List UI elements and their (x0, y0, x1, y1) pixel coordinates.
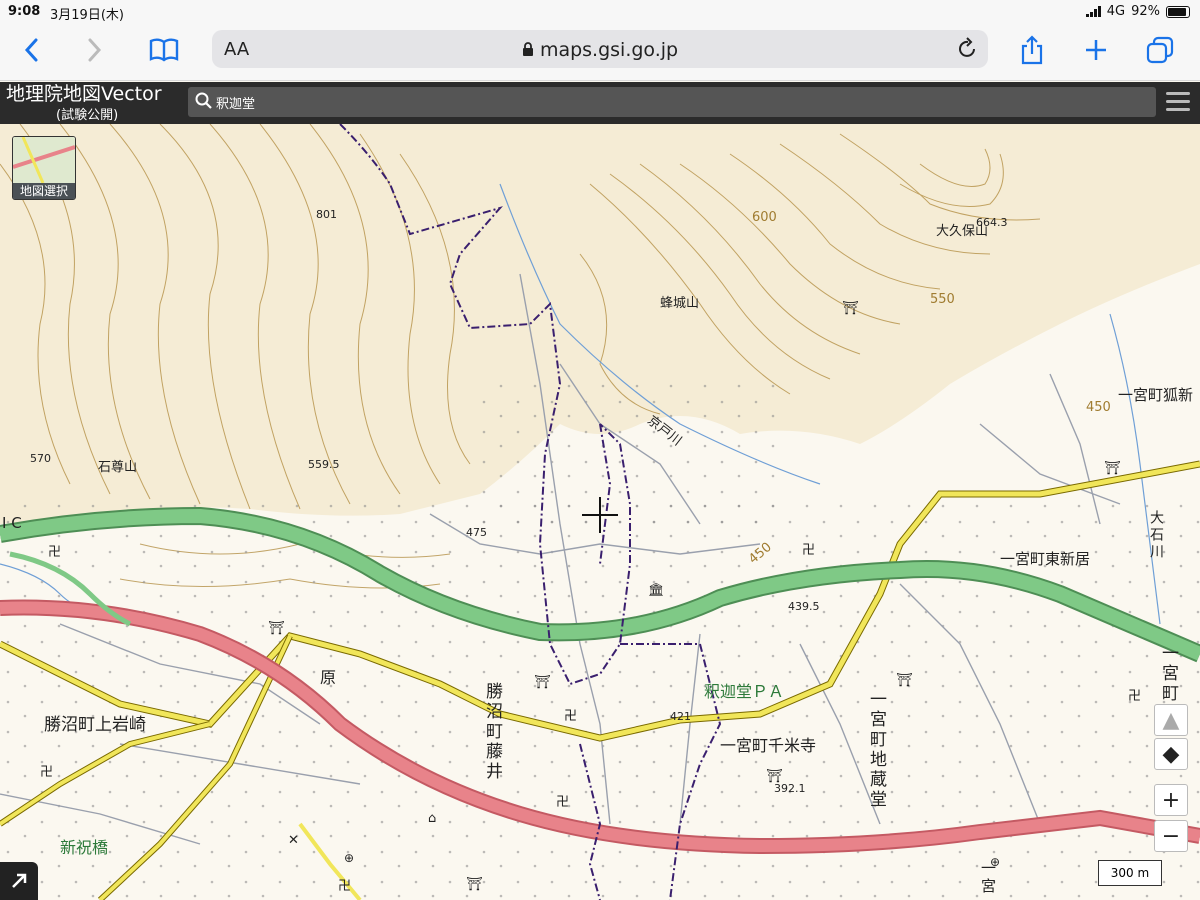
crosshair-icon (582, 497, 618, 533)
label-kitsune: 一宮町狐新 (1118, 386, 1194, 404)
forward-button[interactable] (76, 32, 112, 68)
reload-button[interactable] (958, 37, 978, 65)
back-button[interactable] (14, 32, 50, 68)
fullscreen-button[interactable] (0, 862, 38, 900)
tilt-button[interactable]: ▲ (1154, 704, 1188, 736)
label-oishi-river: 大石川 (1148, 510, 1164, 561)
svg-text:卍: 卍 (564, 709, 577, 724)
label-kamiiwa: 勝沼町上岩崎 (44, 715, 146, 735)
tabs-button[interactable] (1142, 32, 1178, 68)
app-title: 地理院地図Vector (6, 83, 162, 105)
label-ichimiya-2: 一宮 (979, 860, 997, 896)
chevron-left-icon (24, 38, 38, 62)
height-450: 450 (1086, 400, 1111, 415)
signal-icon (1085, 6, 1101, 17)
height-421: 421 (670, 710, 691, 723)
share-icon (1021, 35, 1043, 65)
bookmarks-button[interactable] (146, 32, 182, 68)
search-input[interactable]: 釈迦堂 (188, 87, 1156, 117)
label-shiniwai-bridge: 新祝橋 (60, 838, 109, 857)
map-thumbnail-icon (13, 137, 75, 184)
svg-text:⛩: ⛩ (268, 620, 285, 636)
svg-text:卍: 卍 (338, 879, 351, 894)
label-sekison: 石尊山 (98, 460, 138, 475)
zoom-out-button[interactable]: − (1154, 820, 1188, 852)
svg-text:⛩: ⛩ (896, 672, 913, 688)
label-hachijo: 蜂城山 (660, 296, 700, 311)
height-439: 439.5 (788, 600, 820, 613)
layer-select-label: 地図選択 (13, 183, 75, 199)
app-header: 地理院地図Vector (試験公開) 釈迦堂 (0, 82, 1200, 124)
svg-text:⌂: ⌂ (428, 811, 436, 826)
label-senmai: 一宮町千米寺 (720, 736, 817, 755)
label-hara: 原 (320, 668, 337, 687)
height-392: 392.1 (774, 782, 806, 795)
height-801: 801 (316, 208, 337, 221)
label-ic: I C (2, 514, 22, 532)
book-icon (149, 38, 179, 62)
svg-text:⛩: ⛩ (534, 674, 551, 690)
svg-text:⛩: ⛩ (466, 876, 483, 892)
status-date: 3月19日(木) (50, 8, 124, 23)
height-550: 550 (930, 292, 955, 307)
compass-icon: ◆ (1162, 741, 1180, 767)
height-570: 570 (30, 452, 51, 465)
label-higashiara: 一宮町東新居 (1000, 550, 1091, 568)
svg-text:🏛: 🏛 (648, 582, 665, 598)
label-shakado-pa: 釈迦堂ＰＡ (704, 682, 785, 701)
status-indicators: 4G 92% (1085, 4, 1190, 19)
share-button[interactable] (1014, 32, 1050, 68)
label-ichinomiya: 一宮町 (1158, 644, 1178, 704)
label-fujii: 勝沼町藤井 (482, 682, 502, 782)
url-label: maps.gsi.go.jp (539, 39, 679, 61)
svg-text:⛩: ⛩ (842, 300, 859, 316)
label-jizodo: 一宮町地蔵堂 (866, 690, 886, 810)
svg-text:卍: 卍 (1128, 689, 1141, 704)
scale-bar: 300 m (1098, 860, 1162, 886)
plus-icon (1086, 40, 1106, 60)
svg-text:卍: 卍 (802, 543, 815, 558)
menu-button[interactable] (1166, 92, 1190, 116)
url-text: maps.gsi.go.jp (212, 39, 988, 61)
svg-text:⛩: ⛩ (1104, 460, 1121, 476)
hamburger-icon (1166, 92, 1190, 95)
rotate-button[interactable]: ◆ (1154, 738, 1188, 770)
triangle-icon: ▲ (1162, 707, 1180, 733)
expand-icon (12, 873, 27, 888)
new-tab-button[interactable] (1078, 32, 1114, 68)
browser-toolbar: AA maps.gsi.go.jp (0, 24, 1200, 81)
svg-text:卍: 卍 (40, 765, 53, 780)
height-600: 600 (752, 210, 777, 225)
svg-text:✕: ✕ (288, 833, 299, 848)
app-subtitle: (試験公開) (56, 108, 119, 123)
reload-icon (959, 37, 975, 57)
map-canvas[interactable]: 卍卍卍 卍卍卍 卍 ⛩ ⛩ ⛩ ⛩ ⛩ ⛩ ⛩ 🏛 ⌂ ✕ ⊕ ⊕ 大久保山 蜂城山 石尊山… (0, 124, 1200, 900)
svg-text:⊕: ⊕ (344, 851, 354, 865)
battery-icon (1166, 5, 1190, 18)
zoom-in-button[interactable]: + (1154, 784, 1188, 816)
network-label: 4G (1106, 4, 1126, 19)
chevron-right-icon (88, 38, 102, 62)
status-time: 9:08 (8, 4, 41, 19)
tabs-icon (1146, 36, 1174, 64)
search-icon (195, 92, 212, 109)
height-475: 475 (466, 526, 487, 539)
layer-select-button[interactable]: 地図選択 (12, 136, 76, 200)
svg-text:卍: 卍 (48, 545, 61, 560)
address-bar[interactable]: AA maps.gsi.go.jp (212, 30, 988, 68)
battery-percent: 92% (1131, 4, 1160, 19)
search-value: 釈迦堂 (216, 97, 256, 112)
svg-text:卍: 卍 (556, 795, 569, 810)
height-664: 664.3 (976, 216, 1008, 229)
height-559: 559.5 (308, 458, 340, 471)
status-bar: 9:08 3月19日(木) 4G 92% (0, 0, 1200, 24)
lock-icon (522, 42, 533, 56)
